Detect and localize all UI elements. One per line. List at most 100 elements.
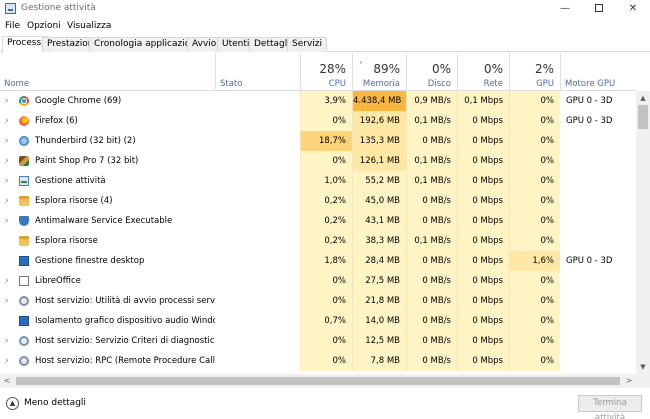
process-network: 0 Mbps [457, 151, 509, 171]
minimize-button[interactable]: — [548, 0, 582, 18]
process-disk: 0 MB/s [406, 331, 457, 351]
header-name[interactable]: Nome [0, 53, 215, 91]
process-name: Firefox (6) [35, 116, 78, 126]
gear-icon [19, 356, 29, 366]
gear-icon [19, 296, 29, 306]
process-row[interactable]: › Host servizio: RPC (Remote Procedure Ca… [0, 351, 636, 371]
tab-servizi[interactable]: Servizi [287, 37, 328, 52]
process-status [215, 111, 300, 131]
scroll-left-icon[interactable]: < [0, 374, 14, 388]
chevron-right-icon[interactable]: › [5, 171, 13, 191]
process-row[interactable]: › Gestione attività 1,0% 55,2 MB 0,1 MB/s 0 M… [0, 171, 636, 191]
process-disk: 0 MB/s [406, 131, 457, 151]
title-bar: Gestione attività — ✕ [0, 0, 650, 18]
process-name: Antimalware Service Executable [35, 216, 173, 226]
process-name-cell: › Thunderbird (32 bit) (2) [0, 131, 215, 151]
process-gpu: 0% [509, 211, 560, 231]
process-row[interactable]: › Google Chrome (69) 3,9% 4.438,4 MB 0,9 MB/… [0, 91, 636, 111]
fewer-details-link[interactable]: Meno dettagli [24, 398, 86, 408]
cpu-total: 28% [319, 62, 346, 76]
firefox-icon [19, 116, 29, 126]
process-memory: 7,8 MB [352, 351, 406, 371]
process-row[interactable]: › Esplora risorse (4) 0,2% 45,0 MB 0 MB/s 0 M… [0, 191, 636, 211]
process-row[interactable]: › Thunderbird (32 bit) (2) 18,7% 135,3 MB 0 … [0, 131, 636, 151]
header-memory[interactable]: ˅ 89% Memoria [352, 53, 406, 91]
process-disk: 0 MB/s [406, 251, 457, 271]
scrollbar-corner [636, 374, 650, 388]
horizontal-scrollbar[interactable]: < > [0, 374, 636, 388]
process-gpu-engine [560, 291, 636, 311]
process-status [215, 331, 300, 351]
process-row[interactable]: Esplora risorse 0,2% 38,3 MB 0,1 MB/s 0 Mbps… [0, 231, 636, 251]
window-icon [19, 256, 29, 266]
network-total: 0% [483, 62, 503, 76]
process-disk: 0 MB/s [406, 211, 457, 231]
scroll-right-icon[interactable]: > [622, 374, 636, 388]
scroll-down-icon[interactable]: ▼ [636, 360, 650, 374]
menu-visualizza[interactable]: Visualizza [67, 21, 111, 31]
process-row[interactable]: › Firefox (6) 0% 192,6 MB 0,1 MB/s 0 Mbps 0% GP… [0, 111, 636, 131]
chevron-up-icon[interactable]: ▲ [6, 397, 19, 410]
chevron-right-icon[interactable]: › [5, 331, 13, 351]
header-name-label: Nome [4, 79, 30, 89]
process-status [215, 191, 300, 211]
process-row[interactable]: › LibreOffice 0% 27,5 MB 0 MB/s 0 Mbps 0% [0, 271, 636, 291]
process-row[interactable]: › Host servizio: Utilità di avvio process… [0, 291, 636, 311]
process-row[interactable]: › Paint Shop Pro 7 (32 bit) 0% 126,1 MB 0,1 … [0, 151, 636, 171]
process-cpu: 0% [300, 291, 352, 311]
chevron-right-icon[interactable]: › [5, 131, 13, 151]
process-name-cell: › Gestione attività [0, 171, 215, 191]
process-gpu-engine: GPU 0 - 3D [566, 256, 613, 266]
scroll-up-icon[interactable]: ▲ [636, 91, 650, 105]
window-icon [19, 316, 29, 326]
document-icon [19, 276, 29, 286]
header-disk[interactable]: 0% Disco [406, 53, 457, 91]
menu-file[interactable]: File [5, 21, 20, 31]
close-button[interactable]: ✕ [616, 0, 650, 18]
chevron-right-icon[interactable]: › [5, 91, 13, 111]
header-status[interactable]: Stato [215, 53, 300, 91]
process-network: 0 Mbps [457, 171, 509, 191]
process-disk: 0 MB/s [406, 191, 457, 211]
vertical-scroll-thumb[interactable] [638, 105, 648, 129]
process-row[interactable]: › Host servizio: Servizio Criteri di diag… [0, 331, 636, 351]
header-network[interactable]: 0% Rete [457, 53, 509, 91]
vertical-scrollbar[interactable]: ▲ ▼ [636, 91, 650, 374]
process-disk: 0 MB/s [406, 311, 457, 331]
process-row[interactable]: › Antimalware Service Executable 0,2% 43,1 … [0, 211, 636, 231]
process-network: 0 Mbps [457, 291, 509, 311]
shield-icon [19, 216, 29, 226]
chevron-right-icon[interactable]: › [5, 291, 13, 311]
chevron-right-icon[interactable]: › [5, 211, 13, 231]
process-gpu-engine [560, 351, 636, 371]
process-cpu: 0% [300, 331, 352, 351]
process-gpu: 0% [509, 111, 560, 131]
end-task-button[interactable]: Termina attività [578, 395, 642, 419]
menu-opzioni[interactable]: Opzioni [27, 21, 61, 31]
process-row[interactable]: Isolamento grafico dispositivo audio Win… [0, 311, 636, 331]
chevron-right-icon[interactable]: › [5, 111, 13, 131]
header-gpu[interactable]: 2% GPU [509, 53, 560, 91]
horizontal-scroll-thumb[interactable] [16, 377, 620, 385]
header-gpu-engine[interactable]: Motore GPU [560, 53, 636, 91]
process-memory: 45,0 MB [352, 191, 406, 211]
header-disk-label: Disco [427, 79, 451, 89]
column-header: Nome Stato 28% CPU ˅ 89% Memoria 0% Disc… [0, 53, 636, 91]
footer: ▲ Meno dettagli Termina attività [0, 389, 650, 419]
process-memory: 27,5 MB [352, 271, 406, 291]
process-gpu: 0% [509, 131, 560, 151]
maximize-button[interactable] [582, 0, 616, 18]
chevron-right-icon[interactable]: › [5, 191, 13, 211]
chevron-right-icon[interactable]: › [5, 151, 13, 171]
process-row[interactable]: Gestione finestre desktop 1,8% 28,4 MB 0 MB… [0, 251, 636, 271]
process-disk: 0 MB/s [406, 291, 457, 311]
chevron-right-icon[interactable]: › [5, 351, 13, 371]
header-cpu[interactable]: 28% CPU [300, 53, 352, 91]
process-name-cell: › Host servizio: Servizio Criteri di diag… [0, 331, 215, 351]
process-cpu: 0% [300, 271, 352, 291]
chrome-icon [19, 96, 29, 106]
process-name-cell: › Esplora risorse (4) [0, 191, 215, 211]
process-memory: 135,3 MB [352, 131, 406, 151]
process-gpu-engine [560, 191, 636, 211]
chevron-right-icon[interactable]: › [5, 271, 13, 291]
